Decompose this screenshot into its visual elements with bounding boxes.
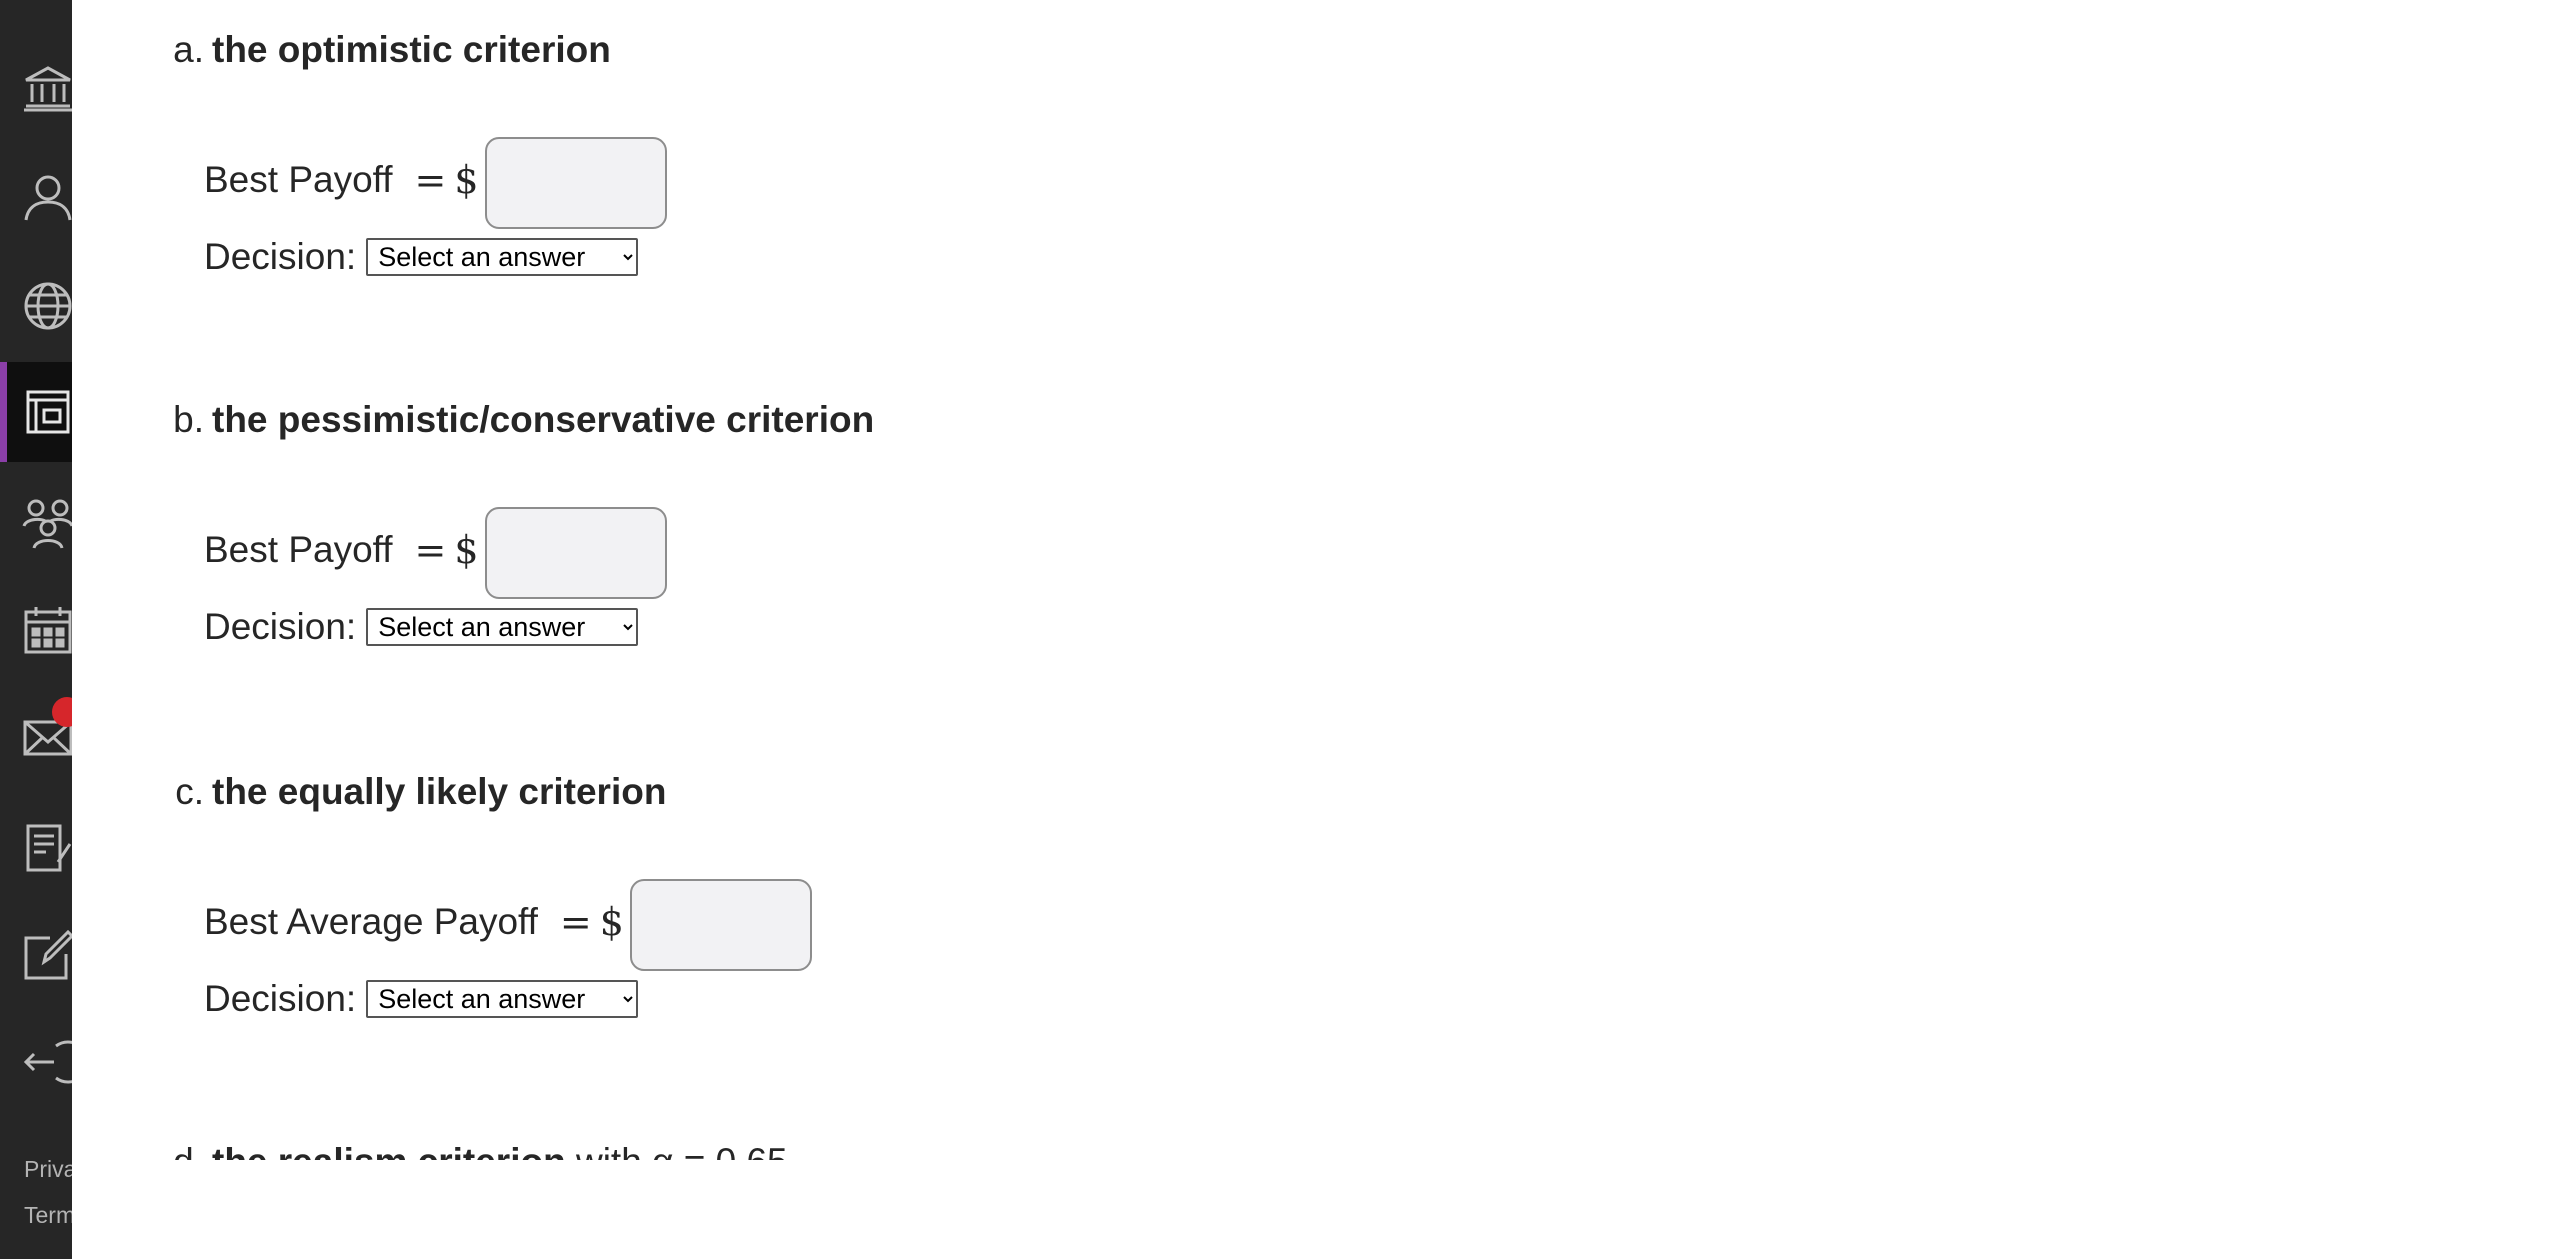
groups-icon bbox=[22, 499, 72, 549]
privacy-link[interactable]: Privacy bbox=[24, 1156, 72, 1183]
part-letter: d. bbox=[164, 1140, 204, 1160]
part-c-payoff-row: Best Average Payoff = $ bbox=[204, 874, 812, 971]
currency-symbol: $ bbox=[454, 528, 479, 572]
part-d-heading: d. the realism criterion with α = 0.65 bbox=[164, 1140, 788, 1160]
payoff-label: Best Payoff bbox=[204, 159, 393, 200]
part-title: the equally likely criterion bbox=[212, 771, 667, 812]
equals-sign: = bbox=[414, 528, 447, 572]
currency-symbol: $ bbox=[599, 900, 624, 944]
part-a-decision-row: Decision: Select an answer bbox=[204, 236, 639, 278]
part-c-heading: c. the equally likely criterion bbox=[164, 770, 666, 814]
payoff-label: Best Payoff bbox=[204, 529, 393, 570]
part-title: the pessimistic/conservative criterion bbox=[212, 399, 875, 440]
part-c-decision-select[interactable]: Select an answer bbox=[366, 980, 639, 1018]
part-a-payoff-row: Best Payoff = $ bbox=[204, 132, 667, 229]
nav-item-institution[interactable] bbox=[0, 38, 72, 138]
part-c-payoff-input[interactable] bbox=[629, 879, 812, 971]
left-navigation-rail: Privacy Terms bbox=[0, 0, 72, 1259]
nav-item-courses[interactable] bbox=[0, 362, 72, 462]
nav-item-groups[interactable] bbox=[0, 474, 72, 574]
globe-icon bbox=[24, 282, 72, 330]
edit-icon bbox=[24, 930, 72, 980]
nav-item-profile[interactable] bbox=[0, 148, 72, 248]
viewport-bottom-area bbox=[72, 1160, 2560, 1259]
equals-sign: = bbox=[559, 900, 592, 944]
grades-icon bbox=[26, 824, 72, 872]
nav-item-sign-out[interactable] bbox=[0, 1012, 72, 1112]
part-b-decision-select[interactable]: Select an answer bbox=[366, 608, 639, 646]
profile-icon bbox=[24, 175, 72, 221]
currency-symbol: $ bbox=[454, 158, 479, 202]
part-a-decision-select[interactable]: Select an answer bbox=[366, 238, 639, 276]
nav-item-grades[interactable] bbox=[0, 798, 72, 898]
part-title: the realism criterion bbox=[212, 1141, 566, 1160]
terms-link[interactable]: Terms bbox=[24, 1202, 72, 1229]
part-letter: c. bbox=[175, 771, 204, 812]
nav-item-globe[interactable] bbox=[0, 256, 72, 356]
part-b-payoff-row: Best Payoff = $ bbox=[204, 502, 667, 599]
sign-out-icon bbox=[23, 1040, 72, 1084]
equals-sign: = bbox=[414, 158, 447, 202]
decision-label: Decision: bbox=[204, 978, 357, 1019]
payoff-label: Best Average Payoff bbox=[204, 901, 538, 942]
part-title: the optimistic criterion bbox=[212, 29, 611, 70]
institution-icon bbox=[24, 66, 72, 112]
calendar-icon bbox=[24, 607, 72, 654]
part-b-payoff-input[interactable] bbox=[484, 507, 667, 599]
nav-item-assignments[interactable] bbox=[0, 906, 72, 1006]
part-b-heading: b. the pessimistic/conservative criterion bbox=[164, 398, 874, 442]
decision-label: Decision: bbox=[204, 606, 357, 647]
part-letter: b. bbox=[173, 399, 204, 440]
decision-label: Decision: bbox=[204, 236, 357, 277]
part-a-heading: a. the optimistic criterion bbox=[164, 28, 611, 72]
part-a-payoff-input[interactable] bbox=[484, 137, 667, 229]
part-c-decision-row: Decision: Select an answer bbox=[204, 978, 639, 1020]
part-parameter: with α = 0.65 bbox=[566, 1141, 788, 1160]
question-content: a. the optimistic criterion Best Payoff =… bbox=[72, 0, 2560, 1160]
part-letter: a. bbox=[173, 29, 204, 70]
courses-icon bbox=[26, 390, 70, 434]
part-b-decision-row: Decision: Select an answer bbox=[204, 606, 639, 648]
nav-item-calendar[interactable] bbox=[0, 580, 72, 680]
